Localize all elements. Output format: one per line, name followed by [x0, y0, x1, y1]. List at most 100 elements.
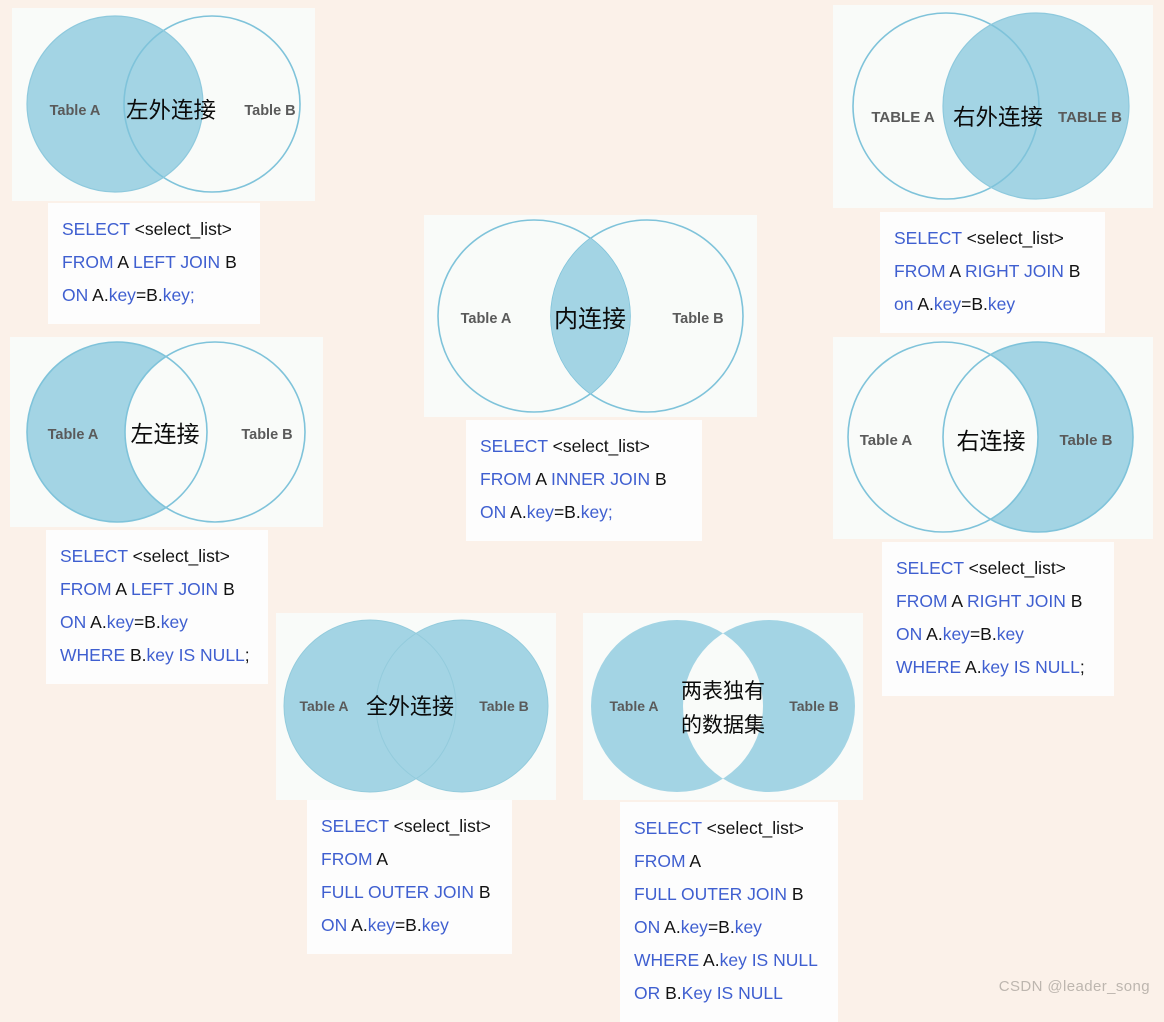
- code-token: SELECT: [321, 816, 394, 836]
- code-token: FULL OUTER JOIN: [321, 882, 479, 902]
- code-token: =B.: [133, 612, 161, 632]
- code-token: WHERE: [634, 950, 704, 970]
- venn-label-center: 左外连接: [126, 98, 216, 123]
- venn-label-b: Table B: [479, 698, 529, 714]
- code-line: SELECT <select_list>: [60, 540, 254, 573]
- code-left-outer-join: SELECT <select_list> FROM A LEFT JOIN B …: [48, 203, 260, 324]
- venn-label-a: Table A: [50, 103, 101, 119]
- code-token: ON: [480, 502, 511, 522]
- code-token: key;: [580, 502, 613, 522]
- code-line: FROM A LEFT JOIN B: [62, 246, 246, 279]
- code-right-join-excluding: SELECT <select_list> FROM A RIGHT JOIN B…: [882, 542, 1114, 696]
- code-left-join-excluding: SELECT <select_list> FROM A LEFT JOIN B …: [46, 530, 268, 684]
- venn-svg: Table A Table B 全外连接: [283, 619, 549, 793]
- venn-label-b: Table B: [241, 427, 292, 443]
- watermark: CSDN @leader_song: [998, 978, 1150, 995]
- code-token: Key IS NULL: [681, 983, 783, 1003]
- venn-label-center-line2: 的数据集: [681, 714, 765, 737]
- code-line: on A.key=B.key: [894, 288, 1091, 321]
- venn-label-a: Table A: [609, 698, 658, 714]
- venn-label-a: Table A: [48, 427, 99, 443]
- code-line: ON A.key=B.key;: [480, 496, 688, 529]
- code-token: key: [526, 502, 554, 522]
- code-token: =B.: [707, 917, 735, 937]
- code-token: key;: [162, 285, 195, 305]
- code-line: SELECT <select_list>: [634, 812, 824, 845]
- code-token: A.: [664, 917, 681, 937]
- venn-label-center: 左连接: [131, 421, 200, 447]
- code-token: key: [942, 624, 970, 644]
- code-line: OR B.Key IS NULL: [634, 977, 824, 1010]
- venn-label-center: 右外连接: [953, 105, 1043, 130]
- code-line: ON A.key=B.key: [896, 618, 1100, 651]
- code-token: key: [421, 915, 449, 935]
- code-token: SELECT: [634, 818, 707, 838]
- code-line: SELECT <select_list>: [62, 213, 246, 246]
- code-inner-join: SELECT <select_list> FROM A INNER JOIN B…: [466, 420, 702, 541]
- code-line: FROM A INNER JOIN B: [480, 463, 688, 496]
- code-token: key IS NULL: [146, 645, 245, 665]
- venn-label-b: Table B: [1059, 432, 1112, 449]
- code-token: A.: [703, 950, 720, 970]
- code-token: =B.: [394, 915, 422, 935]
- code-token: key: [106, 612, 134, 632]
- code-token: A.: [965, 657, 982, 677]
- code-token: INNER JOIN: [551, 469, 656, 489]
- venn-svg: TABLE A TABLE B 右外连接: [852, 12, 1130, 200]
- code-token: on: [894, 294, 918, 314]
- code-token: FROM: [896, 591, 952, 611]
- code-token: <select_list>: [966, 228, 1064, 248]
- code-token: A.: [351, 915, 368, 935]
- code-token: B: [225, 252, 237, 272]
- code-token: key: [987, 294, 1016, 314]
- venn-svg: Table A Table B 左外连接: [26, 15, 301, 193]
- code-line: FROM A: [634, 845, 824, 878]
- code-token: =B.: [135, 285, 163, 305]
- code-token: key: [680, 917, 708, 937]
- venn-svg: Table A Table B 内连接: [437, 219, 744, 413]
- code-right-outer-join: SELECT <select_list> FROM A RIGHT JOIN B…: [880, 212, 1105, 333]
- code-line: ON A.key=B.key: [321, 909, 498, 942]
- code-token: A: [689, 851, 702, 871]
- code-full-outer-join: SELECT <select_list> FROM A FULL OUTER J…: [307, 800, 512, 954]
- code-token: A: [115, 579, 131, 599]
- code-token: FROM: [634, 851, 690, 871]
- code-line: FROM A RIGHT JOIN B: [896, 585, 1100, 618]
- code-line: FROM A: [321, 843, 498, 876]
- code-token: =B.: [969, 624, 997, 644]
- code-token: WHERE: [60, 645, 130, 665]
- venn-inner-join: Table A Table B 内连接: [424, 215, 757, 417]
- code-token: A: [376, 849, 389, 869]
- code-line: WHERE B.key IS NULL;: [60, 639, 254, 672]
- venn-label-a: Table A: [299, 698, 348, 714]
- venn-right-outer-join: TABLE A TABLE B 右外连接: [833, 5, 1153, 208]
- code-line: SELECT <select_list>: [894, 222, 1091, 255]
- code-token: key: [996, 624, 1024, 644]
- code-token: key IS NULL: [981, 657, 1080, 677]
- code-line: SELECT <select_list>: [321, 810, 498, 843]
- code-token: <select_list>: [706, 818, 804, 838]
- code-token: OR: [634, 983, 666, 1003]
- venn-svg: Table A Table B 两表独有 的数据集: [591, 620, 855, 792]
- code-token: ;: [244, 645, 250, 665]
- venn-label-b: Table B: [244, 103, 295, 119]
- code-token: <select_list>: [134, 219, 232, 239]
- code-token: key: [160, 612, 188, 632]
- venn-label-b: Table B: [672, 311, 723, 327]
- code-token: key: [108, 285, 136, 305]
- code-token: A: [951, 591, 967, 611]
- code-token: RIGHT JOIN: [965, 261, 1069, 281]
- code-full-outer-join-excluding: SELECT <select_list> FROM A FULL OUTER J…: [620, 802, 838, 1022]
- code-token: B.: [665, 983, 682, 1003]
- code-token: A: [535, 469, 551, 489]
- code-token: LEFT JOIN: [131, 579, 224, 599]
- code-line: FULL OUTER JOIN B: [634, 878, 824, 911]
- code-token: FROM: [62, 252, 118, 272]
- venn-label-a: Table A: [860, 432, 913, 449]
- code-token: ;: [1079, 657, 1085, 677]
- code-token: A.: [510, 502, 527, 522]
- venn-full-outer-join: Table A Table B 全外连接: [276, 613, 556, 800]
- code-token: <select_list>: [393, 816, 491, 836]
- code-token: B: [223, 579, 235, 599]
- code-token: ON: [60, 612, 91, 632]
